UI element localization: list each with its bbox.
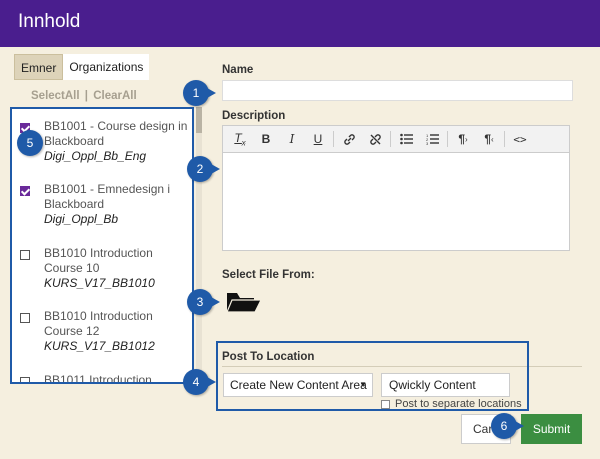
post-location-highlight xyxy=(216,341,529,411)
callout-badge-5: 5 xyxy=(17,130,43,156)
list-scrollbar-track[interactable] xyxy=(196,107,202,384)
list-item[interactable]: BB1010 Introduction Course 12 KURS_V17_B… xyxy=(20,309,192,354)
tab-emner[interactable]: Emner xyxy=(14,54,64,80)
clear-format-icon[interactable]: Tx xyxy=(229,129,251,149)
course-checkbox[interactable] xyxy=(20,250,30,260)
course-code: KURS_V17_BB1012 xyxy=(44,339,155,353)
app-header: Innhold xyxy=(0,0,600,47)
course-code: KURS_V17_BB1010 xyxy=(44,276,155,290)
editor-toolbar: Tx B I U 123 ¶ › ¶ ‹ <> xyxy=(222,125,570,153)
bold-icon[interactable]: B xyxy=(255,129,277,149)
name-input[interactable] xyxy=(222,80,573,101)
clear-all-link[interactable]: ClearAll xyxy=(93,90,136,102)
link-icon[interactable] xyxy=(338,129,360,149)
callout-badge-1: 1 xyxy=(183,80,216,106)
ltr-paragraph-icon[interactable]: ¶ › xyxy=(452,129,474,149)
list-item[interactable]: BB1011 Introduction Course xyxy=(20,373,192,384)
callout-badge-3: 3 xyxy=(187,289,220,315)
bullet-list-icon[interactable] xyxy=(395,129,417,149)
name-label: Name xyxy=(222,64,254,76)
course-title: BB1011 Introduction Course xyxy=(44,373,152,384)
course-code: Digi_Oppl_Bb_Eng xyxy=(44,149,147,163)
select-all-link[interactable]: SelectAll xyxy=(31,90,80,102)
select-file-label: Select File From: xyxy=(222,269,315,281)
course-code: Digi_Oppl_Bb xyxy=(44,212,119,226)
list-scrollbar-thumb[interactable] xyxy=(196,107,202,133)
description-label: Description xyxy=(222,110,286,122)
callout-badge-4: 4 xyxy=(183,369,216,395)
course-title: BB1001 - Emnedesign i Blackboard xyxy=(44,182,171,211)
underline-icon[interactable]: U xyxy=(307,129,329,149)
page-title: Innhold xyxy=(18,11,81,32)
course-checkbox[interactable] xyxy=(20,377,30,382)
course-title: BB1010 Introduction Course 10 xyxy=(44,246,153,275)
course-title: BB1001 - Course design in Blackboard xyxy=(44,119,188,148)
link-separator: | xyxy=(84,90,88,102)
select-links: SelectAll | ClearAll xyxy=(30,90,138,102)
numbered-list-icon[interactable]: 123 xyxy=(421,129,443,149)
callout-badge-2: 2 xyxy=(187,156,220,182)
callout-badge-6: 6 xyxy=(491,413,524,439)
tab-organizations[interactable]: Organizations xyxy=(63,54,150,80)
unlink-icon[interactable] xyxy=(364,129,386,149)
italic-icon[interactable]: I xyxy=(281,129,303,149)
rtl-paragraph-icon[interactable]: ¶ ‹ xyxy=(478,129,500,149)
submit-button[interactable]: Submit xyxy=(521,414,582,444)
list-item[interactable]: BB1001 - Emnedesign i Blackboard Digi_Op… xyxy=(20,182,192,227)
course-title: BB1010 Introduction Course 12 xyxy=(44,309,153,338)
course-checkbox[interactable] xyxy=(20,186,30,196)
course-checkbox[interactable] xyxy=(20,313,30,323)
tab-bar: Emner Organizations xyxy=(14,54,150,80)
folder-open-icon[interactable] xyxy=(226,290,262,314)
code-view-icon[interactable]: <> xyxy=(509,129,531,149)
svg-text:3: 3 xyxy=(426,141,429,145)
description-editor[interactable] xyxy=(222,153,570,251)
list-item[interactable]: BB1001 - Course design in Blackboard Dig… xyxy=(20,119,192,164)
list-item[interactable]: BB1010 Introduction Course 10 KURS_V17_B… xyxy=(20,246,192,291)
